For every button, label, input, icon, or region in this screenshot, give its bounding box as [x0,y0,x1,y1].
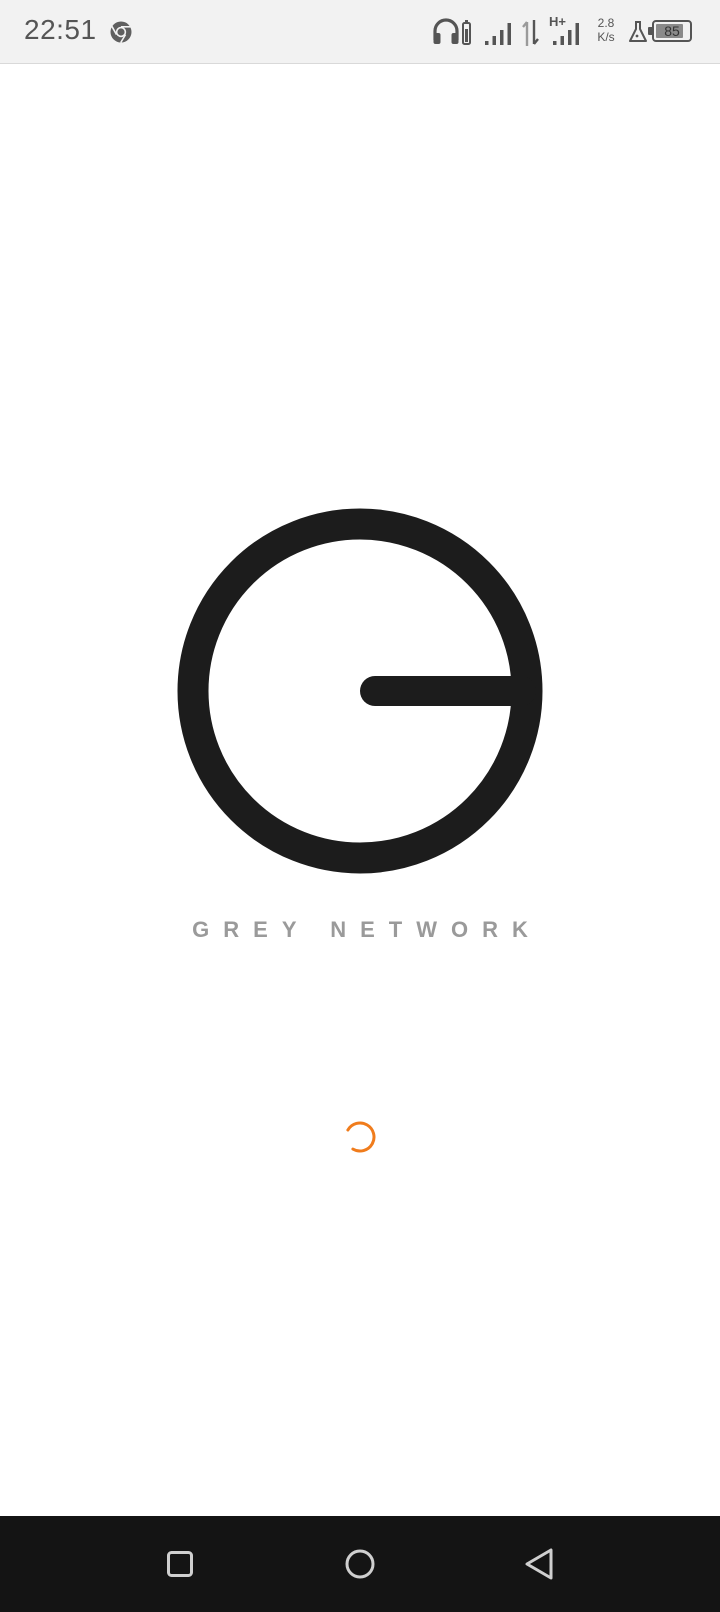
splash-screen: GREY NETWORK [0,64,720,1516]
network-speed-unit: K/s [597,30,615,44]
signal-icon-secondary [553,23,579,45]
network-speed: 2.8 K/s [594,16,618,44]
grey-network-logo [177,508,543,874]
signal-icon [485,23,511,45]
data-transfer-icon [522,20,539,46]
network-speed-value: 2.8 [597,16,615,30]
chrome-icon [110,21,132,43]
battery-level: 85 [664,23,680,39]
loading-spinner [344,1121,376,1153]
status-time: 22:51 [24,14,97,45]
battery-icon: 85 [652,20,692,42]
home-button[interactable] [339,1543,381,1585]
brand-name: GREY NETWORK [192,917,542,942]
lab-flask-icon [629,21,647,42]
recents-button[interactable] [159,1543,201,1585]
headset-icon [433,18,471,45]
back-button[interactable] [519,1543,561,1585]
navigation-bar [0,1516,720,1612]
status-bar: 22:51 H+ 2.8 K/s 85 [0,0,720,64]
